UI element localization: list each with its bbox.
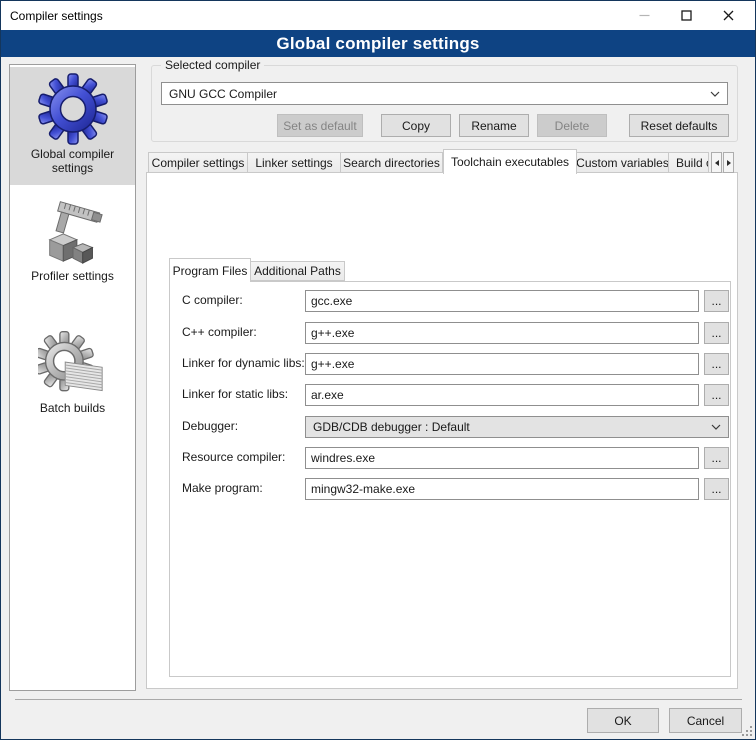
maximize-icon <box>681 10 692 21</box>
debugger-label: Debugger: <box>182 419 238 433</box>
compiler-settings-dialog: Compiler settings Global compiler settin… <box>0 0 756 740</box>
c-compiler-browse-button[interactable]: ... <box>704 290 729 312</box>
resource-compiler-label: Resource compiler: <box>182 450 285 464</box>
tab-custom-variables[interactable]: Custom variables <box>577 152 669 173</box>
close-button[interactable] <box>707 1 749 30</box>
chevron-down-icon <box>704 424 728 430</box>
compiler-select[interactable]: GNU GCC Compiler <box>161 82 728 105</box>
rename-button[interactable]: Rename <box>459 114 529 137</box>
minimize-icon <box>639 10 650 21</box>
cpp-compiler-input[interactable] <box>305 322 699 344</box>
tab-compiler-settings[interactable]: Compiler settings <box>148 152 248 173</box>
window-title: Compiler settings <box>10 9 103 23</box>
tab-search-directories[interactable]: Search directories <box>341 152 443 173</box>
sidebar-item-label: Profiler settings <box>10 269 135 283</box>
minimize-button[interactable] <box>623 1 665 30</box>
dynamic-linker-input[interactable] <box>305 353 699 375</box>
program-files-tab-strip: Program Files Additional Paths <box>169 257 345 281</box>
sidebar-item-profiler-settings[interactable]: Profiler settings <box>10 191 135 291</box>
c-compiler-row: C compiler: ... <box>170 290 730 312</box>
subtab-additional-paths[interactable]: Additional Paths <box>251 261 345 281</box>
dynamic-linker-row: Linker for dynamic libs: ... <box>170 353 730 375</box>
sidebar-item-label: Global compiler settings <box>10 147 135 175</box>
static-linker-browse-button[interactable]: ... <box>704 384 729 406</box>
make-program-label: Make program: <box>182 481 263 495</box>
sidebar-item-global-compiler-settings[interactable]: Global compiler settings <box>10 67 135 185</box>
banner-title: Global compiler settings <box>276 34 479 54</box>
cpp-compiler-row: C++ compiler: ... <box>170 322 730 344</box>
copy-button[interactable]: Copy <box>381 114 451 137</box>
chevron-down-icon <box>703 91 727 97</box>
cpp-compiler-label: C++ compiler: <box>182 325 257 339</box>
make-program-input[interactable] <box>305 478 699 500</box>
compiler-select-value: GNU GCC Compiler <box>162 87 703 101</box>
blue-gear-icon <box>37 73 109 145</box>
tab-scroll-arrows <box>710 152 734 173</box>
tab-linker-settings[interactable]: Linker settings <box>248 152 341 173</box>
close-icon <box>723 10 734 21</box>
c-compiler-input[interactable] <box>305 290 699 312</box>
selected-compiler-group-label: Selected compiler <box>161 58 264 72</box>
resource-compiler-input[interactable] <box>305 447 699 469</box>
caliper-icon <box>38 197 108 267</box>
selected-compiler-group: Selected compiler GNU GCC Compiler Set a… <box>151 65 738 142</box>
tab-scroll-right-button[interactable] <box>723 152 734 173</box>
compiler-actions: Set as default Copy Rename Delete Reset … <box>152 114 737 137</box>
sidebar-item-batch-builds[interactable]: Batch builds <box>10 323 135 435</box>
program-files-panel: C compiler: ... C++ compiler: ... Linker… <box>169 281 731 677</box>
cancel-button[interactable]: Cancel <box>669 708 742 733</box>
maximize-button[interactable] <box>665 1 707 30</box>
caption-buttons <box>623 1 749 30</box>
tab-build-options[interactable]: Build options <box>669 152 709 173</box>
debugger-select[interactable]: GDB/CDB debugger : Default <box>305 416 729 438</box>
delete-button[interactable]: Delete <box>537 114 607 137</box>
ok-button[interactable]: OK <box>587 708 659 733</box>
sidebar-item-label: Batch builds <box>10 401 135 415</box>
dynamic-linker-browse-button[interactable]: ... <box>704 353 729 375</box>
footer-divider <box>15 699 742 700</box>
gray-gear-stack-icon <box>38 329 108 399</box>
set-as-default-button[interactable]: Set as default <box>277 114 363 137</box>
resize-grip[interactable] <box>742 726 752 736</box>
settings-category-list: Global compiler settings Profil <box>9 64 136 691</box>
tab-toolchain-executables[interactable]: Toolchain executables <box>443 149 577 174</box>
resource-compiler-browse-button[interactable]: ... <box>704 447 729 469</box>
debugger-row: Debugger: GDB/CDB debugger : Default <box>170 416 730 438</box>
make-program-browse-button[interactable]: ... <box>704 478 729 500</box>
dynamic-linker-label: Linker for dynamic libs: <box>182 356 305 370</box>
title-bar[interactable]: Compiler settings <box>1 1 755 30</box>
debugger-select-value: GDB/CDB debugger : Default <box>306 420 704 434</box>
make-program-row: Make program: ... <box>170 478 730 500</box>
tab-scroll-left-button[interactable] <box>711 152 722 173</box>
static-linker-label: Linker for static libs: <box>182 387 288 401</box>
static-linker-input[interactable] <box>305 384 699 406</box>
static-linker-row: Linker for static libs: ... <box>170 384 730 406</box>
settings-tab-strip: Compiler settings Linker settings Search… <box>148 148 734 173</box>
resource-compiler-row: Resource compiler: ... <box>170 447 730 469</box>
arrow-right-icon <box>727 160 731 166</box>
c-compiler-label: C compiler: <box>182 293 243 307</box>
subtab-program-files[interactable]: Program Files <box>169 258 251 282</box>
cpp-compiler-browse-button[interactable]: ... <box>704 322 729 344</box>
reset-defaults-button[interactable]: Reset defaults <box>629 114 729 137</box>
arrow-left-icon <box>715 160 719 166</box>
dialog-banner: Global compiler settings <box>1 30 755 57</box>
